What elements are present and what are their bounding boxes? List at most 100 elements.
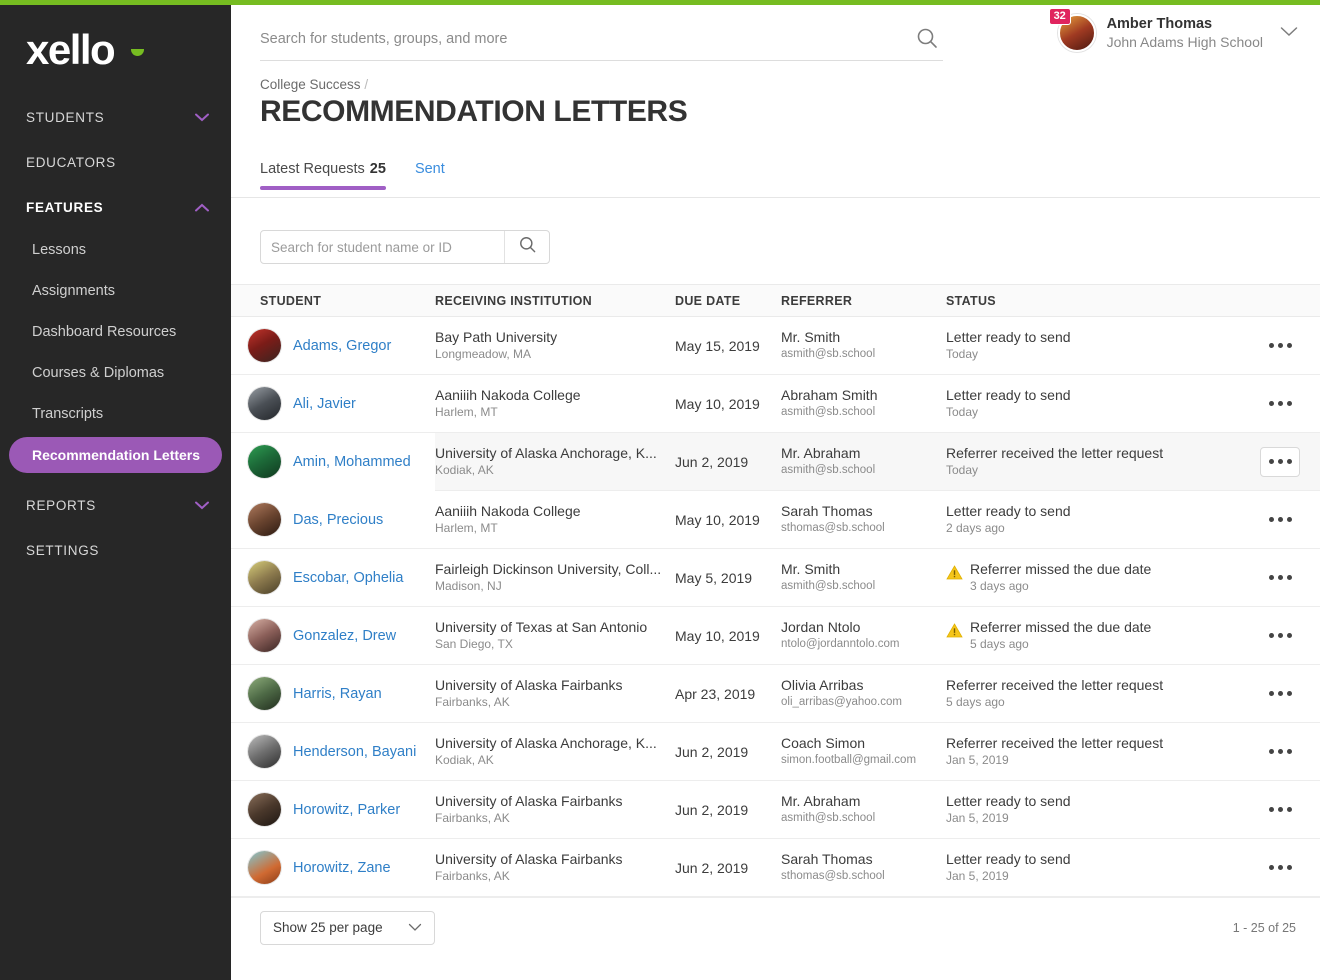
institution-location: Fairbanks, AK <box>435 694 675 710</box>
avatar <box>248 445 281 478</box>
cell-actions <box>1246 621 1320 651</box>
table-row[interactable]: Ali, JavierAaniiih Nakoda CollegeHarlem,… <box>231 375 1320 433</box>
main-content: 32 Amber Thomas John Adams High School C… <box>231 5 1320 980</box>
avatar-wrapper: 32 <box>1058 14 1096 52</box>
row-actions-button[interactable] <box>1260 389 1300 419</box>
row-actions-button[interactable] <box>1260 795 1300 825</box>
cell-student: Henderson, Bayani <box>231 723 435 781</box>
sidebar-item-label: Transcripts <box>32 406 103 422</box>
tab-latest-requests[interactable]: Latest Requests25 <box>260 161 386 189</box>
table-row[interactable]: Harris, Rayan University of Alaska Fairba… <box>231 665 1320 723</box>
row-actions-button[interactable] <box>1260 737 1300 767</box>
sidebar-item-reports[interactable]: REPORTS <box>0 483 231 528</box>
status-text: Letter ready to send <box>946 793 1071 810</box>
student-search-input[interactable] <box>261 231 504 263</box>
table-row[interactable]: Horowitz, ZaneUniversity of Alaska Fairb… <box>231 839 1320 897</box>
institution-location: Longmeadow, MA <box>435 346 675 362</box>
sidebar-item-features[interactable]: FEATURES <box>0 185 231 230</box>
xello-logo[interactable]: xello <box>26 27 231 73</box>
institution-location: Madison, NJ <box>435 578 675 594</box>
avatar <box>248 561 281 594</box>
row-actions-button[interactable] <box>1260 563 1300 593</box>
table-row[interactable]: Adams, GregorBay Path UniversityLongmead… <box>231 317 1320 375</box>
tab-sent[interactable]: Sent <box>415 161 445 189</box>
cell-institution: University of Alaska Anchorage, K...Kodi… <box>435 735 675 768</box>
notification-badge[interactable]: 32 <box>1049 8 1071 25</box>
cell-due-date: May 10, 2019 <box>675 396 781 412</box>
student-name-link[interactable]: Ali, Javier <box>293 396 356 412</box>
row-actions-button[interactable] <box>1260 505 1300 535</box>
row-actions-button[interactable] <box>1260 447 1300 477</box>
cell-student: Adams, Gregor <box>231 317 435 375</box>
referrer-email: asmith@sb.school <box>781 578 946 594</box>
sidebar-item-dashboard-resources[interactable]: Dashboard Resources <box>0 312 231 353</box>
student-name-link[interactable]: Harris, Rayan <box>293 686 382 702</box>
referrer-name: Sarah Thomas <box>781 851 946 868</box>
chevron-down-icon[interactable] <box>195 501 209 510</box>
cell-status: Letter ready to sendToday <box>946 387 1246 420</box>
student-search[interactable] <box>260 230 550 264</box>
status-timestamp: Today <box>946 404 1071 420</box>
table-row[interactable]: Gonzalez, DrewUniversity of Texas at San… <box>231 607 1320 665</box>
row-actions-button[interactable] <box>1260 621 1300 651</box>
tab-label: Sent <box>415 161 445 177</box>
table-row[interactable]: Das, PreciousAaniiih Nakoda CollegeHarle… <box>231 491 1320 549</box>
chevron-down-icon[interactable] <box>195 113 209 122</box>
status-timestamp: Today <box>946 346 1071 362</box>
sidebar-item-transcripts[interactable]: Transcripts <box>0 394 231 435</box>
student-name-link[interactable]: Horowitz, Zane <box>293 860 391 876</box>
sidebar-nav: STUDENTS EDUCATORS FEATURES Lessons Assi… <box>0 95 231 573</box>
sidebar-item-courses-diplomas[interactable]: Courses & Diplomas <box>0 353 231 394</box>
row-actions-button[interactable] <box>1260 679 1300 709</box>
chevron-down-icon[interactable] <box>1280 24 1298 42</box>
row-actions-button[interactable] <box>1260 331 1300 361</box>
table-row[interactable]: Escobar, OpheliaFairleigh Dickinson Univ… <box>231 549 1320 607</box>
table-row[interactable]: Henderson, Bayani University of Alaska An… <box>231 723 1320 781</box>
student-search-button[interactable] <box>504 231 549 263</box>
requests-table: STUDENT RECEIVING INSTITUTION DUE DATE R… <box>231 284 1320 897</box>
student-name-link[interactable]: Escobar, Ophelia <box>293 570 403 586</box>
institution-location: Harlem, MT <box>435 404 675 420</box>
per-page-select[interactable]: Show 25 per page <box>260 911 435 945</box>
cell-due-date: Jun 2, 2019 <box>675 744 781 760</box>
global-search[interactable] <box>260 17 943 61</box>
sidebar-item-recommendation-letters[interactable]: Recommendation Letters <box>9 437 222 473</box>
status-timestamp: Jan 5, 2019 <box>946 752 1163 768</box>
search-input[interactable] <box>260 31 880 47</box>
status-text: Letter ready to send <box>946 503 1071 520</box>
breadcrumb-item[interactable]: College Success <box>260 77 361 92</box>
sidebar-item-lessons[interactable]: Lessons <box>0 230 231 271</box>
table-row[interactable]: Horowitz, ParkerUniversity of Alaska Fai… <box>231 781 1320 839</box>
avatar <box>248 851 281 884</box>
cell-student: Horowitz, Zane <box>231 839 435 897</box>
student-name-link[interactable]: Amin, Mohammed <box>293 454 411 470</box>
search-icon[interactable] <box>915 26 939 55</box>
referrer-email: ntolo@jordanntolo.com <box>781 636 946 652</box>
cell-institution: University of Alaska Anchorage, K...Kodi… <box>435 445 675 478</box>
table-row[interactable]: Amin, Mohammed University of Alaska Ancho… <box>231 433 1320 491</box>
column-header-due-date: DUE DATE <box>675 294 781 308</box>
student-name-link[interactable]: Das, Precious <box>293 512 383 528</box>
institution-name: University of Alaska Anchorage, K... <box>435 445 675 462</box>
student-name-link[interactable]: Adams, Gregor <box>293 338 391 354</box>
institution-name: University of Alaska Anchorage, K... <box>435 735 675 752</box>
referrer-name: Sarah Thomas <box>781 503 946 520</box>
sidebar-item-educators[interactable]: EDUCATORS <box>0 140 231 185</box>
student-name-link[interactable]: Henderson, Bayani <box>293 744 416 760</box>
warning-icon <box>946 565 963 585</box>
student-name-link[interactable]: Gonzalez, Drew <box>293 628 396 644</box>
chevron-up-icon[interactable] <box>195 203 209 212</box>
cell-institution: University of Alaska FairbanksFairbanks,… <box>435 677 675 710</box>
user-menu[interactable]: 32 Amber Thomas John Adams High School <box>1058 14 1298 52</box>
row-actions-button[interactable] <box>1260 853 1300 883</box>
sidebar-item-assignments[interactable]: Assignments <box>0 271 231 312</box>
student-name-link[interactable]: Horowitz, Parker <box>293 802 400 818</box>
referrer-email: asmith@sb.school <box>781 462 946 478</box>
sidebar-item-settings[interactable]: SETTINGS <box>0 528 231 573</box>
referrer-name: Mr. Abraham <box>781 445 946 462</box>
cell-referrer: Coach Simonsimon.football@gmail.com <box>781 735 946 768</box>
tab-bar: Latest Requests25 Sent <box>231 161 1320 198</box>
column-header-institution: RECEIVING INSTITUTION <box>435 294 675 308</box>
referrer-email: asmith@sb.school <box>781 810 946 826</box>
sidebar-item-students[interactable]: STUDENTS <box>0 95 231 140</box>
